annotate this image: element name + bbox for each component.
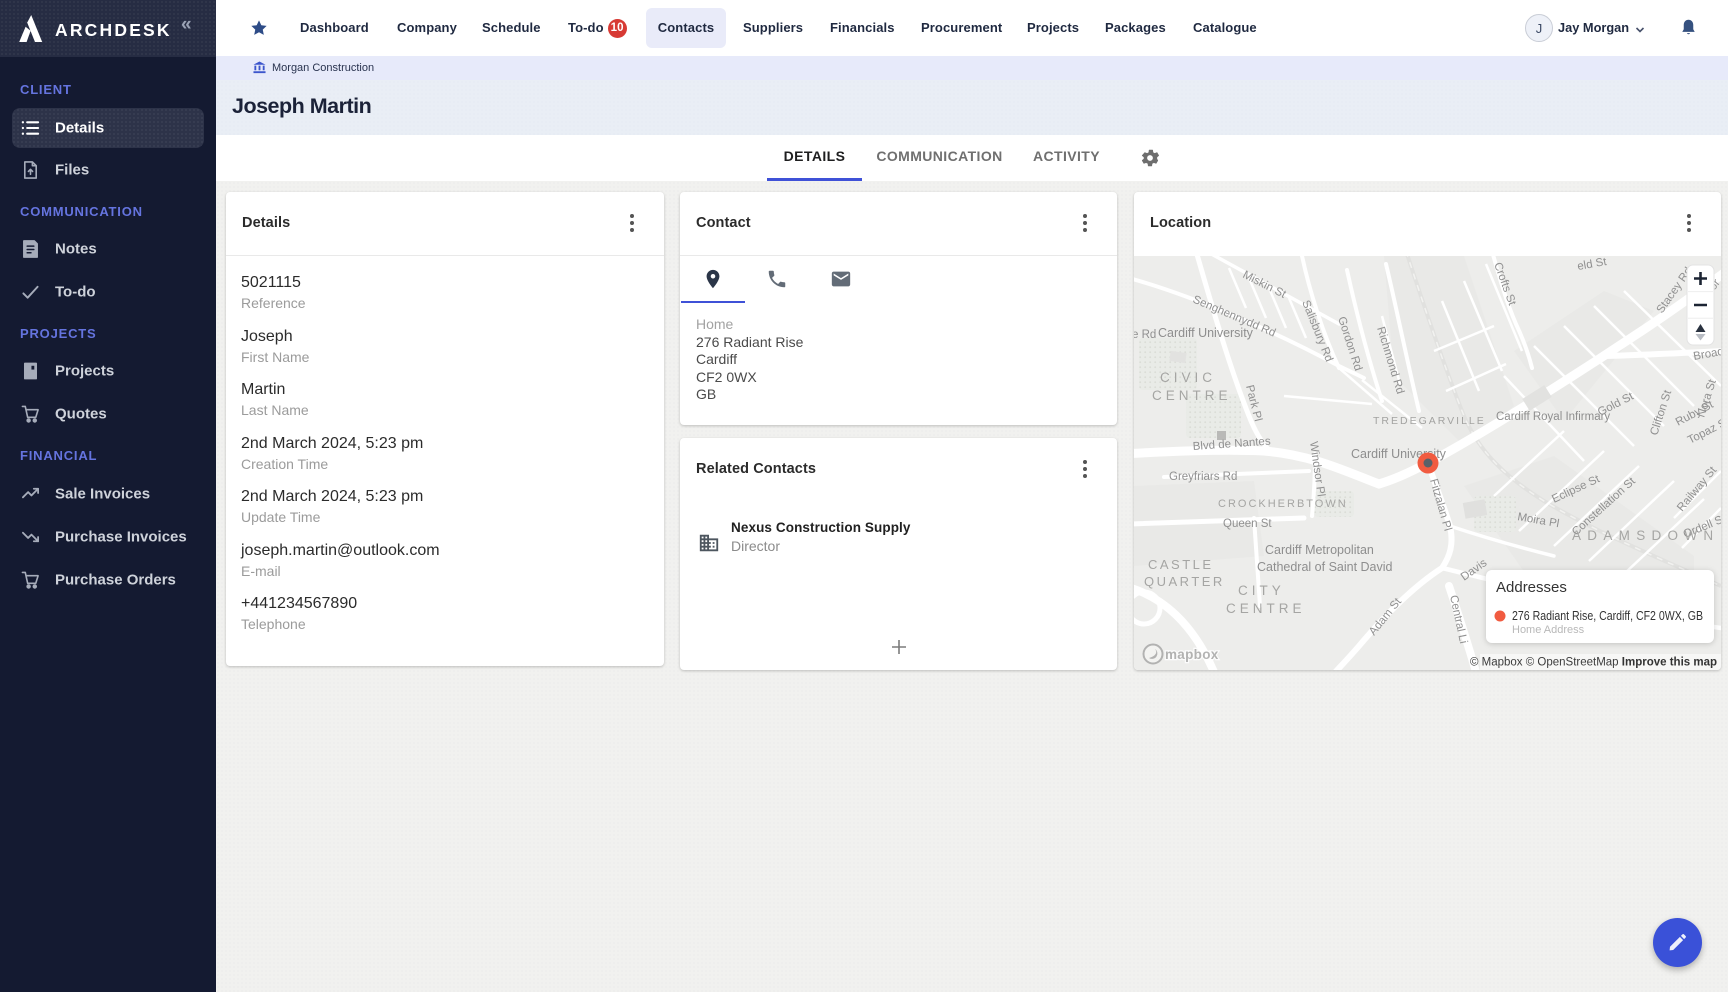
svg-text:Cardiff Royal Infirmary: Cardiff Royal Infirmary <box>1496 411 1610 423</box>
svg-text:e Rd: e Rd <box>1134 329 1156 341</box>
svg-text:Cardiff Metropolitan: Cardiff Metropolitan <box>1265 543 1374 557</box>
svg-text:276 Radiant Rise, Cardiff, CF2: 276 Radiant Rise, Cardiff, CF2 0WX, GB <box>1512 608 1703 623</box>
svg-text:Addresses: Addresses <box>1496 579 1567 596</box>
svg-text:© Mapbox © OpenStreetMap Impr: © Mapbox © OpenStreetMap Improve this ma… <box>1470 657 1717 669</box>
svg-text:ADAMSDOWN: ADAMSDOWN <box>1572 528 1719 543</box>
svg-text:Cardiff University: Cardiff University <box>1158 326 1254 340</box>
svg-text:TREDEGARVILLE: TREDEGARVILLE <box>1373 415 1486 427</box>
svg-text:CASTLE: CASTLE <box>1148 557 1214 572</box>
svg-text:Queen St: Queen St <box>1223 518 1272 530</box>
svg-text:Home Address: Home Address <box>1512 624 1585 636</box>
svg-text:QUARTER: QUARTER <box>1144 574 1225 589</box>
svg-text:CROCKHERBTOWN: CROCKHERBTOWN <box>1218 498 1348 510</box>
svg-text:CIVIC: CIVIC <box>1160 370 1216 385</box>
svg-text:CITY: CITY <box>1238 583 1285 598</box>
svg-text:CENTRE: CENTRE <box>1152 388 1232 403</box>
svg-text:Greyfriars Rd: Greyfriars Rd <box>1169 471 1237 483</box>
svg-text:Cathedral of Saint David: Cathedral of Saint David <box>1257 560 1393 574</box>
svg-text:CENTRE: CENTRE <box>1226 601 1306 616</box>
svg-text:mapbox: mapbox <box>1165 647 1219 662</box>
